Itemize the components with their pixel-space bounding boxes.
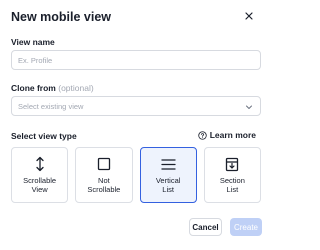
clone-from-select[interactable]: Select existing view: [11, 96, 261, 116]
clone-from-label: Clone from (optional): [11, 83, 94, 93]
view-type-label-scrollable: Scrollable View: [23, 176, 57, 194]
learn-more-link[interactable]: Learn more: [198, 130, 256, 140]
learn-more-text: Learn more: [209, 130, 256, 140]
view-name-input[interactable]: [18, 51, 254, 69]
close-button[interactable]: [242, 9, 256, 23]
close-icon: [245, 12, 253, 20]
optional-note: (optional): [58, 83, 94, 93]
view-type-scrollable-view[interactable]: Scrollable View: [11, 147, 69, 203]
square-icon: [97, 157, 111, 171]
vertical-arrows-icon: [35, 156, 44, 172]
new-mobile-view-dialog: New mobile view View name Clone from (op…: [0, 0, 265, 250]
view-name-field-wrapper: [11, 50, 261, 70]
clone-from-placeholder: Select existing view: [18, 101, 84, 111]
clone-from-label-text: Clone from: [11, 83, 56, 93]
view-type-label-section-list: Section List: [219, 176, 245, 194]
dialog-title: New mobile view: [11, 10, 112, 24]
view-type-label: Select view type: [11, 131, 77, 141]
help-circle-icon: [198, 130, 207, 140]
list-icon: [160, 158, 176, 170]
view-type-vertical-list[interactable]: Vertical List: [139, 147, 197, 203]
view-type-options: Scrollable View Not Scrollable Vertical …: [11, 147, 261, 203]
view-type-label-vertical-list: Vertical List: [155, 176, 181, 194]
cancel-button[interactable]: Cancel: [189, 218, 222, 236]
view-type-section-list[interactable]: Section List: [203, 147, 261, 203]
chevron-down-icon: [246, 105, 252, 109]
view-type-not-scrollable[interactable]: Not Scrollable: [75, 147, 133, 203]
view-name-label: View name: [11, 37, 55, 47]
create-button[interactable]: Create: [230, 218, 262, 236]
section-list-icon: [226, 157, 239, 171]
view-type-label-not-scrollable: Not Scrollable: [87, 176, 121, 194]
